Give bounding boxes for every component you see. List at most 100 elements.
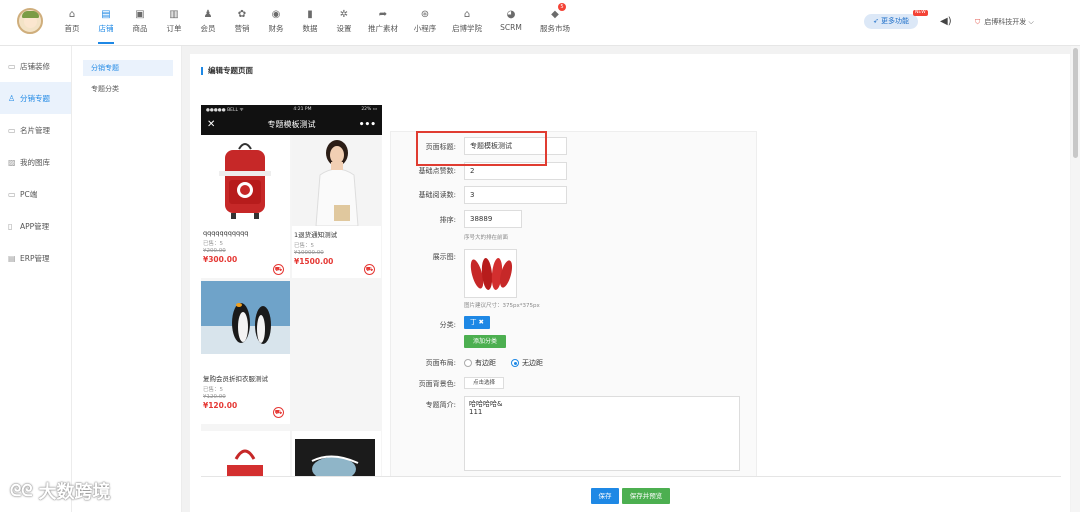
- sidebar-item-label: 我的图库: [20, 157, 50, 167]
- nav-item-4[interactable]: ♟ 会员: [191, 0, 225, 46]
- add-category-button[interactable]: 添加分类: [464, 335, 506, 348]
- nav-item-0[interactable]: ⌂ 首页: [55, 0, 89, 46]
- intro-textarea[interactable]: 哈哈哈哈& 111: [464, 396, 740, 471]
- reads-label: 基础阅读数:: [418, 191, 456, 199]
- bg-label: 页面背景色:: [418, 380, 456, 388]
- company-switcher[interactable]: ⛉ 启博科技开发 ⌵: [975, 17, 1034, 27]
- nav-label: 财务: [268, 24, 284, 33]
- nav-label: 数据: [302, 24, 318, 33]
- sidebar-item-label: 分销专题: [20, 93, 50, 103]
- phone-preview: ●●●●● BELL ᯤ 4:21 PM 22% ▭ ✕ 专题模板测试 •••: [201, 105, 382, 512]
- image-label: 展示图:: [432, 253, 456, 261]
- nav-item-9[interactable]: ➦ 推广素材: [361, 0, 405, 46]
- cart-icon[interactable]: ⛟: [273, 264, 284, 275]
- category-tag[interactable]: 丁 ✖: [464, 316, 490, 329]
- sidebar-item-6[interactable]: ▤ ERP管理: [0, 242, 71, 274]
- intro-label: 专题简介:: [425, 401, 456, 409]
- nav-item-12[interactable]: ◕ SCRM: [489, 0, 533, 46]
- card-icon: ▭: [8, 125, 16, 135]
- nav-label: 订单: [166, 24, 182, 33]
- sort-label: 排序:: [439, 216, 456, 224]
- decorate-icon: ▭: [8, 61, 16, 71]
- nav-item-5[interactable]: ✿ 营销: [225, 0, 259, 46]
- subnav-item-0[interactable]: 分销专题: [83, 60, 173, 76]
- sidebar-item-4[interactable]: ▭ PC端: [0, 178, 71, 210]
- nav-label: 店铺: [98, 24, 114, 33]
- sort-hint: 序号大的排在前面: [464, 235, 509, 241]
- nav-item-8[interactable]: ✲ 设置: [327, 0, 361, 46]
- product-image-penguins: [201, 281, 290, 354]
- nav-label: 小程序: [413, 24, 437, 33]
- nav-item-2[interactable]: ▣ 商品: [123, 0, 157, 46]
- sidebar-item-label: ERP管理: [20, 253, 50, 263]
- highlight-box: [416, 131, 547, 166]
- sidebar-item-3[interactable]: ▨ 我的图库: [0, 146, 71, 178]
- miniapp-icon: ⊛: [420, 8, 430, 20]
- erp-icon: ▤: [8, 253, 16, 263]
- layout-option-margin[interactable]: 有边距: [464, 358, 496, 368]
- nav-label: 启博学院: [452, 24, 482, 33]
- shield-icon: ⛉: [975, 18, 981, 26]
- sidebar-item-label: 名片管理: [20, 125, 50, 135]
- sidebar-item-label: PC端: [20, 189, 38, 199]
- cart-icon[interactable]: ⛟: [364, 264, 375, 275]
- save-button[interactable]: 保存: [591, 488, 619, 504]
- more-features-button[interactable]: ➶ 更多功能: [864, 14, 918, 29]
- brand-logo[interactable]: [17, 8, 43, 34]
- share-icon: ➦: [378, 8, 388, 20]
- category-label: 分类:: [439, 321, 456, 329]
- nav-item-13[interactable]: ◆ 服务市场 5: [533, 0, 577, 46]
- product-card[interactable]: 复购会员折扣衣服测试 已售：5 ¥120.00 ¥120.00 ⛟: [201, 281, 290, 424]
- notification-badge: 5: [558, 3, 566, 11]
- sidebar-item-label: APP管理: [20, 221, 50, 231]
- speaker-icon[interactable]: ◀): [940, 16, 952, 27]
- goods-icon: ▣: [135, 8, 145, 20]
- layout-label: 页面布局:: [425, 359, 456, 367]
- sort-input[interactable]: 38889: [464, 210, 522, 228]
- nav-item-1[interactable]: ▤ 店铺: [89, 0, 123, 46]
- scrollbar-thumb[interactable]: [1073, 48, 1078, 158]
- sidebar-item-0[interactable]: ▭ 店铺装修: [0, 50, 71, 82]
- store-icon: ▤: [101, 8, 111, 20]
- watermark: ᘓᘓ 大数跨境: [10, 481, 111, 503]
- cart-icon[interactable]: ⛟: [273, 407, 284, 418]
- market-icon: ◆: [551, 8, 559, 20]
- nav-label: 设置: [336, 24, 352, 33]
- nav-item-7[interactable]: ▮ 数据: [293, 0, 327, 46]
- subnav-item-1[interactable]: 专题分类: [83, 81, 173, 97]
- display-image[interactable]: [464, 249, 517, 298]
- chevron-down-icon: ⌵: [1028, 18, 1034, 26]
- nav-item-3[interactable]: ▥ 订单: [157, 0, 191, 46]
- scrm-icon: ◕: [506, 8, 516, 20]
- product-card[interactable]: qqqqqqqqqqq 已售：5 ¥200.00 ¥300.00 ⛟: [201, 135, 290, 278]
- bg-color-button[interactable]: 点击选择: [464, 377, 504, 389]
- phone-status-bar: ●●●●● BELL ᯤ 4:21 PM 22% ▭: [201, 105, 382, 114]
- reads-input[interactable]: 3: [464, 186, 567, 204]
- nav-item-11[interactable]: ⌂ 启博学院: [445, 0, 489, 46]
- sidebar-item-1[interactable]: ♙ 分销专题: [0, 82, 71, 114]
- pc-icon: ▭: [8, 189, 16, 199]
- new-badge: NEW: [913, 10, 928, 16]
- sidebar-item-5[interactable]: ▯ APP管理: [0, 210, 71, 242]
- layout-option-no-margin[interactable]: 无边距: [511, 358, 543, 368]
- likes-label: 基础点赞数:: [418, 167, 456, 175]
- nav-label: 服务市场: [540, 24, 570, 33]
- nav-item-10[interactable]: ⊛ 小程序: [405, 0, 445, 46]
- sidebar-item-2[interactable]: ▭ 名片管理: [0, 114, 71, 146]
- data-icon: ▮: [307, 8, 313, 20]
- settings-icon: ✲: [339, 8, 349, 20]
- watermark-logo-icon: ᘓᘓ: [10, 481, 33, 500]
- sidebar: ▭ 店铺装修 ♙ 分销专题 ▭ 名片管理 ▨ 我的图库 ▭ PC端 ▯ APP管理 ▤ ERP管理: [0, 46, 72, 512]
- academy-icon: ⌂: [463, 8, 471, 20]
- close-icon[interactable]: ✕: [207, 119, 215, 130]
- more-icon[interactable]: •••: [359, 120, 376, 130]
- save-preview-button[interactable]: 保存并预览: [622, 488, 670, 504]
- nav-item-6[interactable]: ◉ 财务: [259, 0, 293, 46]
- nav-label: 首页: [64, 24, 80, 33]
- phone-title-bar: ✕ 专题模板测试 •••: [201, 114, 382, 135]
- product-card[interactable]: 1退货通知测试 已售：5 ¥10000.00 ¥1500.00 ⛟: [292, 135, 381, 278]
- nav-label: 营销: [234, 24, 250, 33]
- marketing-icon: ✿: [237, 8, 247, 20]
- top-bar: ⌂ 首页 ▤ 店铺 ▣ 商品 ▥ 订单 ♟ 会员 ✿ 营销 ◉ 财务 ▮ 数据 ✲ 设置 ➦ 推广素材 ⊛ 小程序 ⌂ 启博学…: [0, 0, 1080, 46]
- main-nav: ⌂ 首页 ▤ 店铺 ▣ 商品 ▥ 订单 ♟ 会员 ✿ 营销 ◉ 财务 ▮ 数据 ✲ 设置 ➦ 推广素材 ⊛ 小程序 ⌂ 启博学…: [55, 0, 577, 46]
